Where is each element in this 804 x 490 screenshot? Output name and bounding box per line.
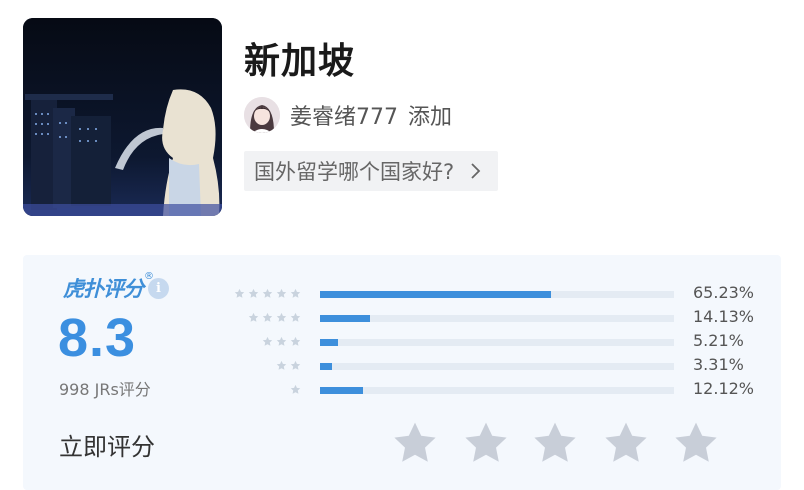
distribution-stars — [262, 335, 301, 349]
star-icon — [290, 312, 301, 322]
star-icon — [248, 312, 259, 322]
star-icon — [675, 422, 717, 462]
distribution-percent: 5.21% — [693, 331, 744, 350]
rating-score: 8.3 — [58, 308, 137, 368]
page-title: 新加坡 — [244, 41, 356, 82]
distribution-bar-fill — [320, 363, 332, 370]
merlion-night-photo — [23, 18, 222, 216]
distribution-bar-fill — [320, 291, 551, 298]
star-icon — [290, 288, 301, 298]
distribution-bar-fill — [320, 387, 363, 394]
rate-star-1[interactable] — [391, 419, 439, 467]
star-icon — [276, 336, 287, 346]
distribution-bar-track — [320, 363, 674, 370]
topic-tag-link[interactable]: 国外留学哪个国家好? — [244, 151, 499, 191]
topic-tag-label: 国外留学哪个国家好? — [254, 160, 455, 184]
distribution-row-2-star: 3.31% — [223, 355, 763, 374]
distribution-bar-track — [320, 315, 674, 322]
distribution-row-3-star: 5.21% — [223, 331, 763, 350]
star-icon — [394, 422, 436, 462]
avatar[interactable] — [244, 97, 280, 133]
star-icon — [605, 422, 647, 462]
author-name[interactable]: 姜睿绪777 — [290, 99, 398, 131]
star-icon — [248, 288, 259, 298]
distribution-percent: 12.12% — [693, 379, 755, 398]
distribution-percent: 3.31% — [693, 355, 744, 374]
rate-star-2[interactable] — [462, 419, 510, 467]
distribution-stars — [276, 359, 301, 373]
distribution-bar-track — [320, 387, 674, 394]
rate-now-label: 立即评分 — [59, 433, 155, 461]
distribution-bar-fill — [320, 339, 339, 346]
distribution-row-4-star: 14.13% — [223, 307, 763, 326]
user-avatar-icon — [244, 97, 280, 133]
rate-star-4[interactable] — [602, 419, 650, 467]
star-icon — [262, 312, 273, 322]
star-icon — [290, 384, 301, 394]
star-icon — [262, 288, 273, 298]
star-icon — [290, 336, 301, 346]
rating-panel: 虎扑评分 ® i 8.3 998 JRs评分 立即评分 65.23% 14.13%… — [23, 255, 781, 490]
distribution-bar-track — [320, 339, 674, 346]
distribution-stars — [248, 311, 301, 325]
cover-image[interactable] — [23, 18, 222, 216]
logo-text: 虎扑评分 — [63, 277, 144, 301]
rate-star-5[interactable] — [672, 419, 720, 467]
rate-star-3[interactable] — [531, 419, 579, 467]
star-icon — [290, 360, 301, 370]
distribution-bar-fill — [320, 315, 371, 322]
star-icon — [234, 288, 245, 298]
distribution-row-5-star: 65.23% — [223, 283, 763, 302]
distribution-percent: 14.13% — [693, 307, 755, 326]
star-icon — [534, 422, 576, 462]
rating-count: 998 JRs评分 — [59, 380, 151, 399]
distribution-stars — [234, 287, 301, 301]
distribution-row-1-star: 12.12% — [223, 379, 763, 398]
info-icon[interactable]: i — [148, 278, 169, 299]
author-row: 姜睿绪777 添加 — [244, 97, 452, 133]
star-icon — [276, 288, 287, 298]
distribution-percent: 65.23% — [693, 283, 755, 302]
star-icon — [465, 422, 507, 462]
distribution-stars — [290, 383, 301, 397]
star-icon — [262, 336, 273, 346]
distribution-bar-track — [320, 291, 674, 298]
star-icon — [276, 360, 287, 370]
star-icon — [276, 312, 287, 322]
hupu-rating-logo: 虎扑评分 ® — [63, 271, 154, 301]
chevron-right-icon — [471, 163, 481, 179]
author-action-text: 添加 — [408, 105, 453, 130]
